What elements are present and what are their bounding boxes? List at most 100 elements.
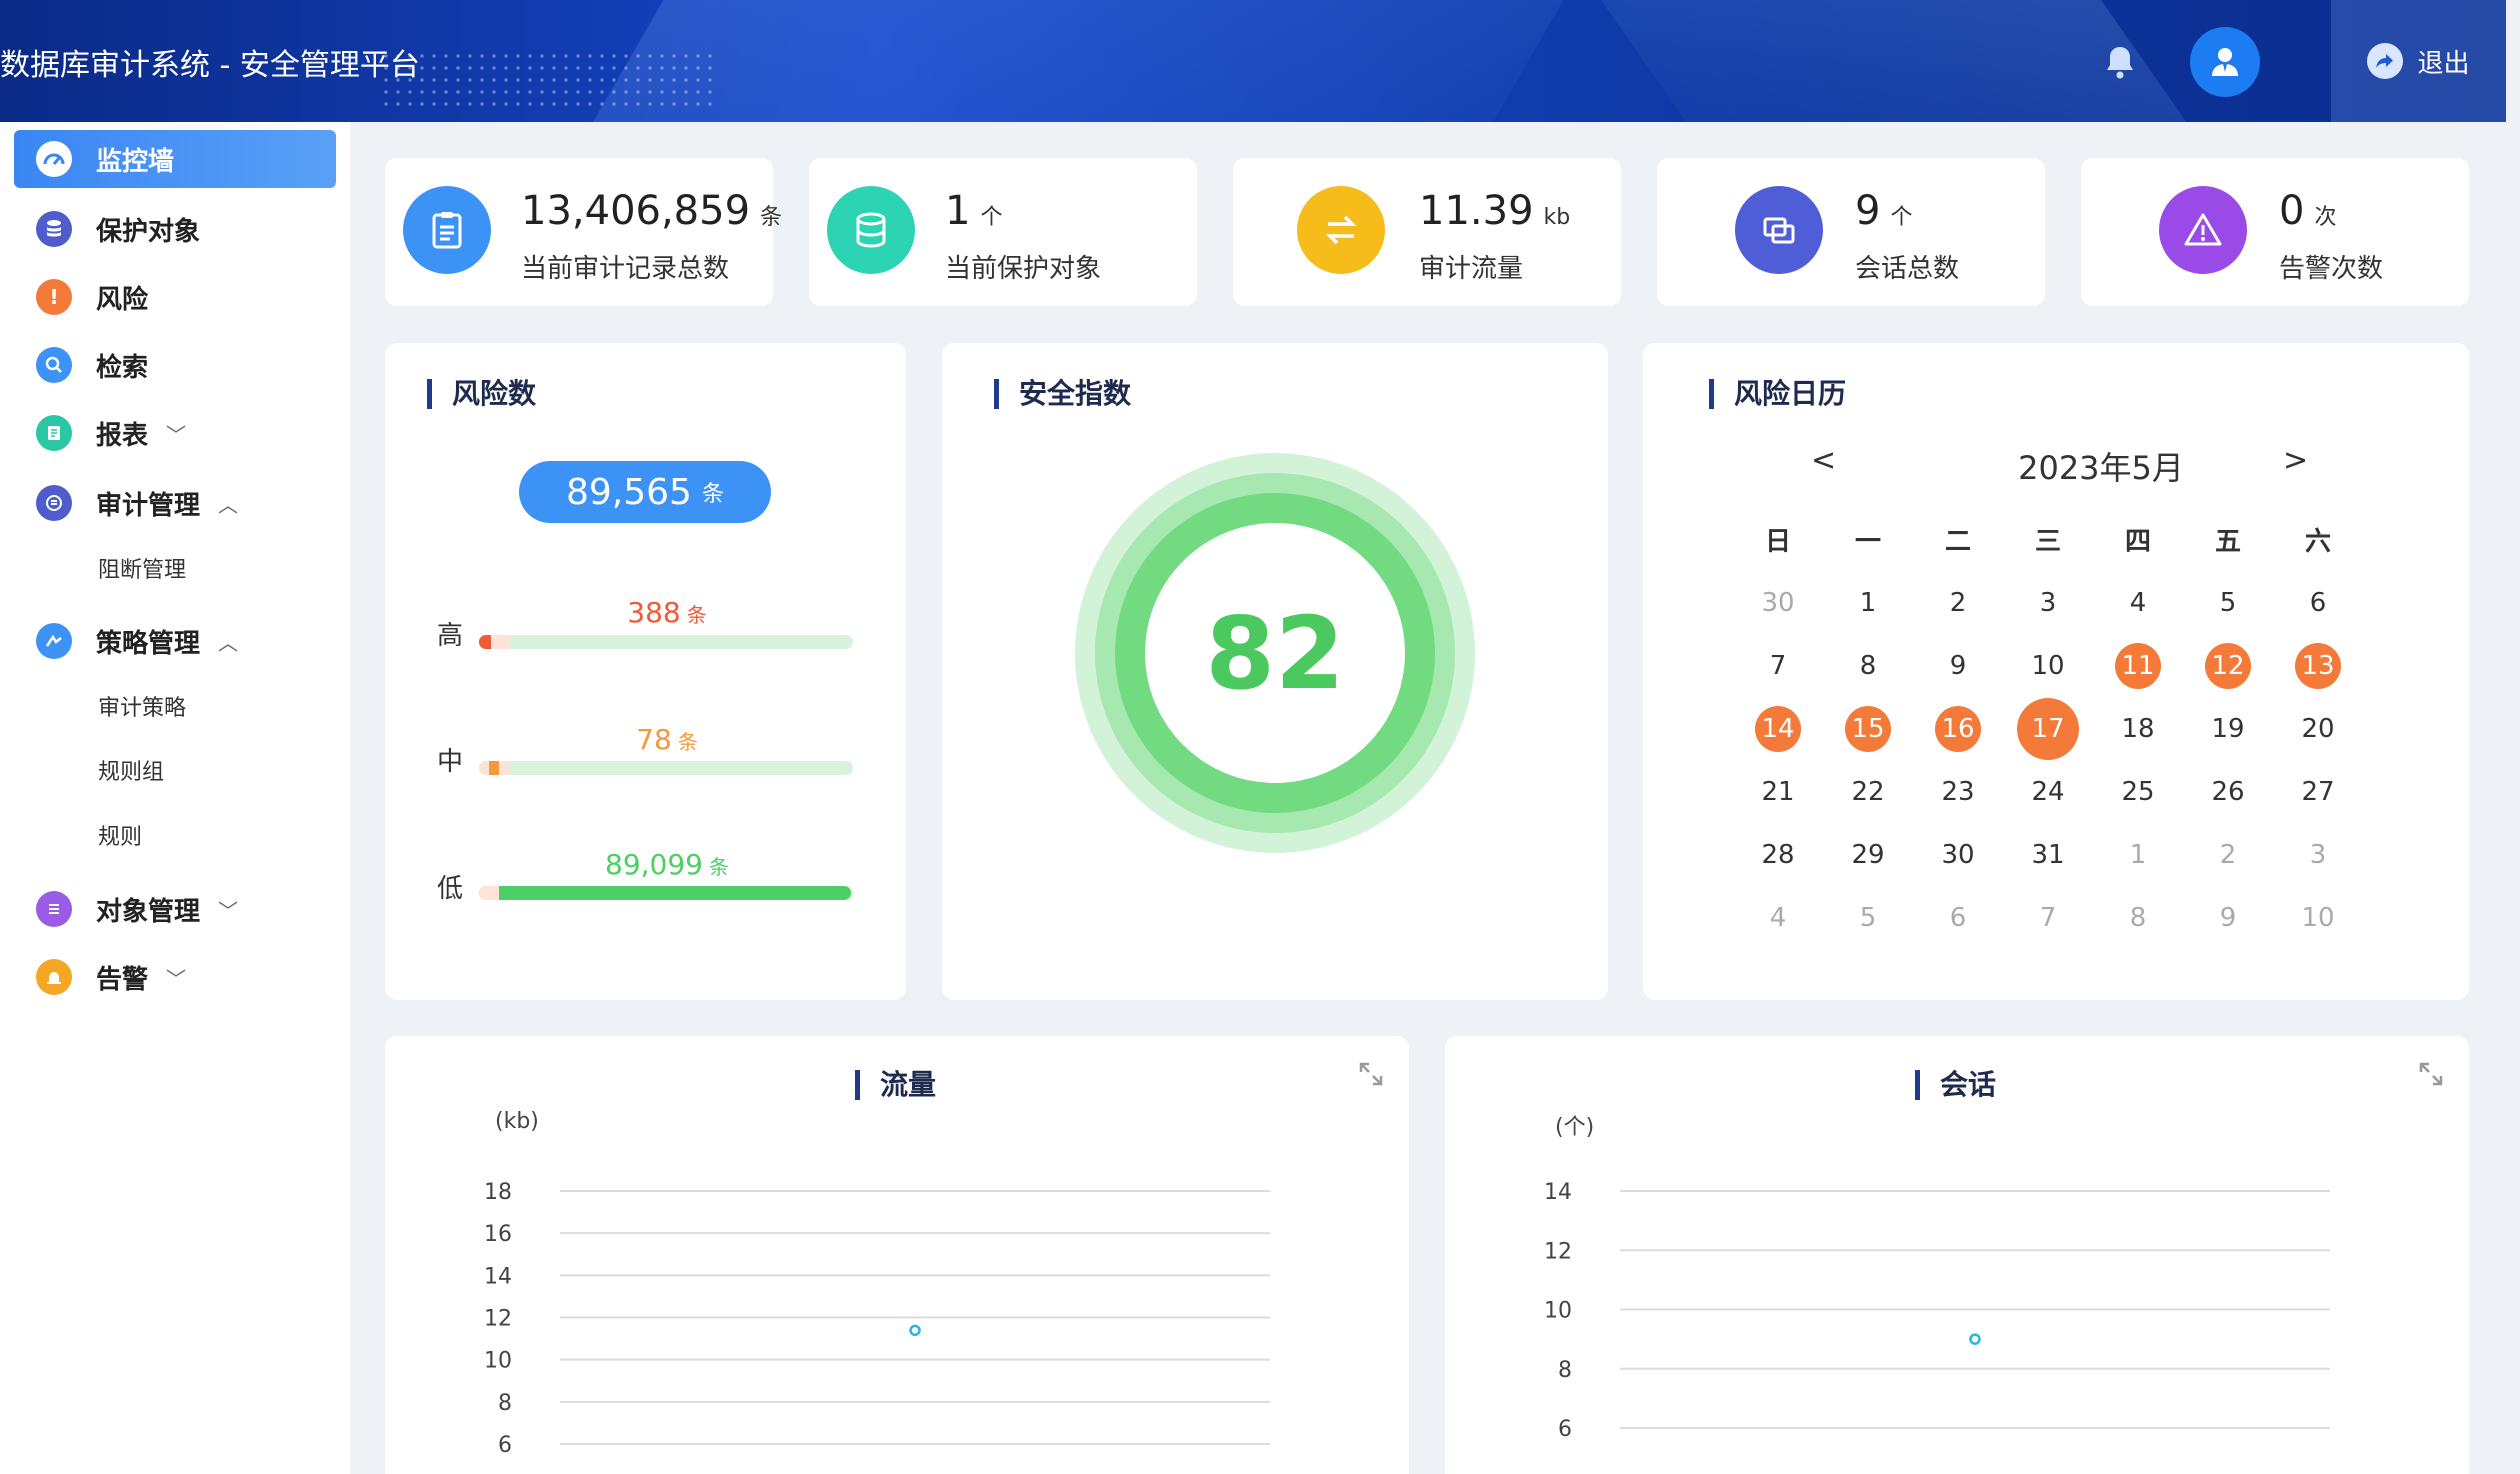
calendar-day-number: 1: [2129, 839, 2147, 870]
calendar-day[interactable]: 24: [2003, 760, 2093, 823]
sidebar: 监控墙 保护对象 ! 风险 检索 报表 ﹀ 审计管理 ︿ 阻断管理 策略管理 ︿…: [0, 122, 350, 1474]
sidebar-subitem-block-management[interactable]: 阻断管理: [98, 552, 186, 584]
calendar-day[interactable]: 1: [2093, 823, 2183, 886]
calendar-next-button[interactable]: >: [2283, 443, 2308, 478]
sidebar-item-alarm[interactable]: 告警 ﹀: [14, 948, 336, 1006]
calendar-day[interactable]: 22: [1823, 760, 1913, 823]
calendar-day[interactable]: 23: [1913, 760, 2003, 823]
calendar-day[interactable]: 3: [2003, 571, 2093, 634]
y-tick-label: 14: [484, 1264, 512, 1289]
sidebar-item-search[interactable]: 检索: [14, 336, 336, 394]
calendar-day[interactable]: 10: [2003, 634, 2093, 697]
logout-button[interactable]: 退出: [2331, 0, 2506, 122]
sidebar-item-monitor-wall[interactable]: 监控墙: [14, 130, 336, 188]
panel-title: 安全指数: [994, 379, 1131, 409]
calendar-day-number: 17: [2017, 697, 2079, 760]
sidebar-subitem-rule[interactable]: 规则: [98, 819, 142, 851]
stat-label: 当前保护对象: [945, 254, 1102, 284]
bell-icon[interactable]: [2100, 42, 2140, 82]
calendar-day[interactable]: 28: [1733, 823, 1823, 886]
y-tick-label: 14: [1544, 1180, 1572, 1205]
weekday-label: 三: [2034, 527, 2061, 557]
data-point[interactable]: [1969, 1333, 1981, 1345]
alarm-icon: [36, 959, 72, 995]
calendar-day-risk[interactable]: 15: [1823, 697, 1913, 760]
calendar-day[interactable]: 5: [1823, 886, 1913, 949]
calendar-day[interactable]: 9: [1913, 634, 2003, 697]
calendar-day[interactable]: 4: [2093, 571, 2183, 634]
calendar-day[interactable]: 6: [2273, 571, 2363, 634]
sidebar-subitem-audit-policy[interactable]: 审计策略: [98, 690, 186, 722]
calendar-day-risk[interactable]: 16: [1913, 697, 2003, 760]
database-icon: [827, 186, 915, 274]
sidebar-item-protected-objects[interactable]: 保护对象: [14, 200, 336, 258]
calendar-day[interactable]: 25: [2093, 760, 2183, 823]
stat-value: 1: [945, 188, 971, 234]
sidebar-item-label: 保护对象: [96, 216, 201, 247]
sidebar-item-policy-management[interactable]: 策略管理 ︿: [14, 612, 336, 670]
risk-count: 89,099: [605, 848, 703, 881]
report-icon: [36, 415, 72, 451]
calendar-day-number: 25: [2121, 776, 2155, 807]
warning-triangle-icon: [2159, 186, 2247, 274]
calendar-day-number: 22: [1851, 776, 1885, 807]
chevron-down-icon: ﹀: [166, 966, 187, 991]
calendar-day-risk[interactable]: 14: [1733, 697, 1823, 760]
risk-bar-fill: [479, 886, 852, 900]
calendar-day-risk[interactable]: 13: [2273, 634, 2363, 697]
risk-total-badge: 89,565 条: [519, 461, 771, 523]
stat-unit: kb: [1543, 205, 1571, 230]
calendar-day-number: 3: [2039, 587, 2057, 618]
calendar-day[interactable]: 26: [2183, 760, 2273, 823]
calendar-day-risk[interactable]: 11: [2093, 634, 2183, 697]
sidebar-item-object-management[interactable]: 对象管理 ﹀: [14, 880, 336, 938]
calendar-day[interactable]: 2: [1913, 571, 2003, 634]
calendar-day[interactable]: 1: [1823, 571, 1913, 634]
chevron-down-icon: ﹀: [218, 898, 239, 923]
sidebar-item-reports[interactable]: 报表 ﹀: [14, 404, 336, 462]
stat-card-audit-records: 13,406,859 条 当前审计记录总数: [385, 158, 782, 306]
calendar-day[interactable]: 2: [2183, 823, 2273, 886]
calendar-day[interactable]: 18: [2093, 697, 2183, 760]
weekday-label: 四: [2124, 527, 2151, 557]
calendar-day-number: 13: [2295, 642, 2341, 689]
calendar-day-risk[interactable]: 12: [2183, 634, 2273, 697]
risk-total-value: 89,565: [566, 471, 692, 513]
stat-card-protected-objects: 1个 当前保护对象: [809, 158, 1197, 306]
calendar-day[interactable]: 10: [2273, 886, 2363, 949]
sidebar-item-label: 告警: [96, 964, 149, 995]
sidebar-subitem-rule-group[interactable]: 规则组: [98, 754, 164, 786]
calendar-day[interactable]: 27: [2273, 760, 2363, 823]
calendar-day-number: 19: [2211, 713, 2245, 744]
risk-count: 388: [627, 596, 681, 629]
security-index-panel: 安全指数 82: [942, 343, 1608, 1000]
calendar-day[interactable]: 4: [1733, 886, 1823, 949]
calendar-day[interactable]: 31: [2003, 823, 2093, 886]
calendar-day[interactable]: 19: [2183, 697, 2273, 760]
calendar-day[interactable]: 29: [1823, 823, 1913, 886]
calendar-day[interactable]: 5: [2183, 571, 2273, 634]
calendar-day[interactable]: 30: [1733, 571, 1823, 634]
data-point[interactable]: [909, 1324, 921, 1337]
calendar-day[interactable]: 30: [1913, 823, 2003, 886]
calendar-prev-button[interactable]: <: [1811, 443, 1836, 478]
calendar-day[interactable]: 7: [2003, 886, 2093, 949]
calendar-day[interactable]: 3: [2273, 823, 2363, 886]
calendar-day[interactable]: 7: [1733, 634, 1823, 697]
calendar-day[interactable]: 21: [1733, 760, 1823, 823]
user-avatar-button[interactable]: [2190, 27, 2260, 97]
calendar-day[interactable]: 9: [2183, 886, 2273, 949]
calendar-day[interactable]: 20: [2273, 697, 2363, 760]
sidebar-item-risk[interactable]: ! 风险: [14, 268, 336, 326]
stat-value: 13,406,859: [521, 188, 751, 234]
risk-unit: 条: [686, 603, 707, 627]
sidebar-item-audit-management[interactable]: 审计管理 ︿: [14, 474, 336, 532]
calendar-day-today[interactable]: 17: [2003, 697, 2093, 760]
calendar-day[interactable]: 8: [2093, 886, 2183, 949]
calendar-day[interactable]: 8: [1823, 634, 1913, 697]
calendar-day-number: 5: [2219, 587, 2237, 618]
calendar-month: 2023年5月: [2018, 449, 2184, 487]
calendar-day[interactable]: 6: [1913, 886, 2003, 949]
y-tick-label: 18: [484, 1180, 512, 1205]
y-tick-label: 6: [1558, 1417, 1572, 1442]
